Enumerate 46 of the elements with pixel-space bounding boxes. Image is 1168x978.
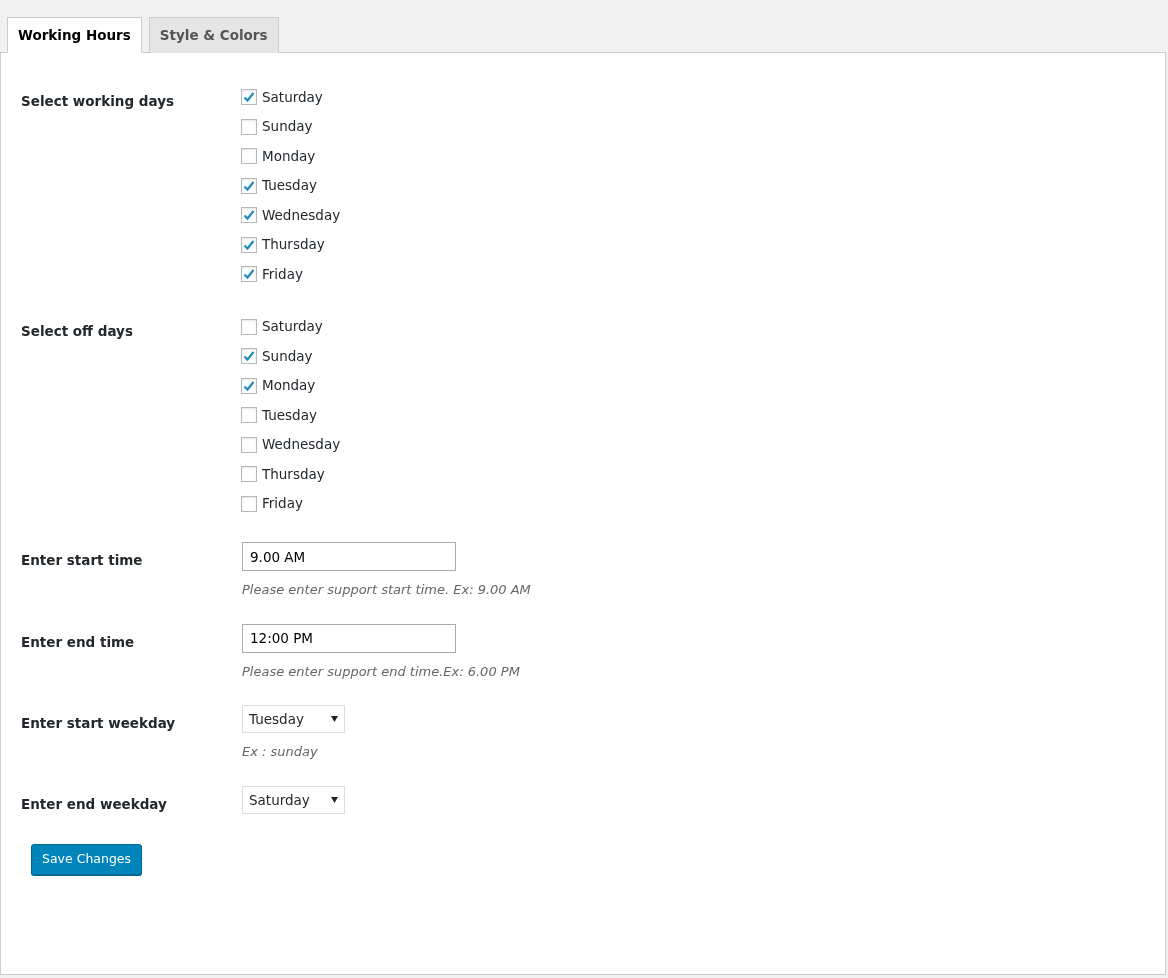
checkbox[interactable]: [241, 495, 257, 512]
caret-icon: [331, 716, 338, 723]
text-field[interactable]: 9.00 AM: [242, 542, 456, 572]
save-button[interactable]: Save Changes: [31, 844, 143, 875]
checkbox[interactable]: [241, 318, 257, 335]
checkbox-label: Thursday: [262, 464, 325, 484]
help-text: Ex : sunday: [242, 743, 319, 762]
weekday-select[interactable]: Saturday: [242, 785, 345, 814]
checkbox-label: Saturday: [262, 87, 323, 107]
checkbox-label: Saturday: [262, 317, 323, 337]
field-label: Enter end weekday: [21, 794, 168, 814]
field-label: Select off days: [21, 321, 134, 341]
checkbox-label: Sunday: [262, 117, 313, 137]
checkbox[interactable]: [241, 407, 257, 423]
checkbox-label: Wednesday: [262, 435, 341, 455]
checkbox[interactable]: [241, 436, 257, 453]
checkbox[interactable]: [241, 466, 257, 482]
checkbox[interactable]: [241, 177, 257, 194]
checkbox[interactable]: [241, 89, 257, 105]
field-label: Select working days: [21, 92, 175, 112]
checkbox[interactable]: [241, 266, 257, 282]
checkbox[interactable]: [241, 207, 257, 223]
checkbox-label: Wednesday: [262, 205, 341, 225]
field-label: Enter end time: [21, 632, 136, 652]
checkbox-label: Friday: [262, 494, 303, 514]
help-text: Please enter support end time.Ex: 6.00 PM: [242, 662, 520, 681]
checkbox-label: Thursday: [262, 235, 325, 255]
checkbox[interactable]: [241, 148, 257, 164]
field-label: Enter start time: [21, 551, 144, 571]
help-text: Please enter support start time. Ex: 9.00 AM: [242, 581, 531, 600]
checkbox[interactable]: [241, 236, 257, 253]
checkbox[interactable]: [241, 377, 257, 394]
checkbox-label: Tuesday: [262, 405, 317, 425]
checkbox[interactable]: [241, 118, 257, 135]
tab[interactable]: Working Hours: [7, 17, 142, 54]
checkbox-label: Sunday: [262, 346, 313, 366]
caret-icon: [331, 796, 338, 803]
text-field[interactable]: 12:00 PM: [242, 623, 456, 653]
checkbox-label: Tuesday: [262, 176, 317, 196]
tab[interactable]: Style & Colors: [148, 17, 279, 54]
checkbox-label: Monday: [262, 146, 316, 166]
field-label: Enter start weekday: [21, 714, 177, 734]
checkbox-label: Monday: [262, 376, 316, 396]
checkbox-label: Friday: [262, 264, 303, 284]
checkbox[interactable]: [241, 348, 257, 364]
weekday-select[interactable]: Tuesday: [242, 705, 345, 734]
